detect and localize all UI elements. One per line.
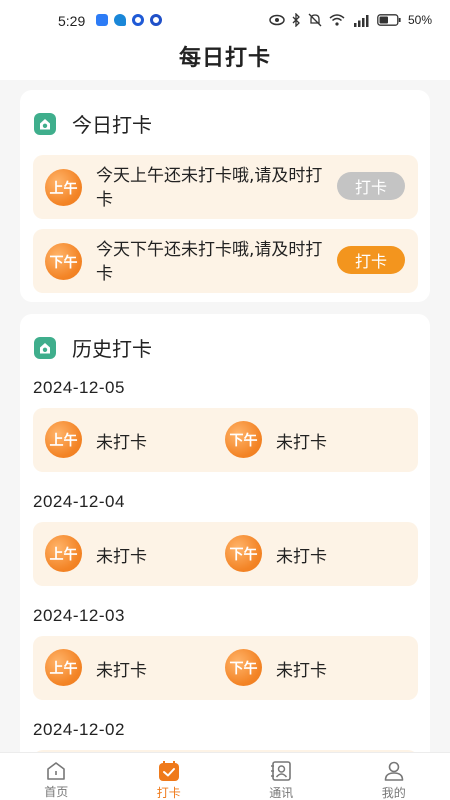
history-date: 2024-12-04 [33,492,125,511]
afternoon-badge: 下午 [45,243,82,280]
tab-label: 我的 [381,786,406,800]
afternoon-badge: 下午 [225,421,262,458]
history-date: 2024-12-05 [33,378,125,397]
tab-contacts[interactable]: 通讯 [225,753,338,800]
morning-message: 今天上午还未打卡哦,请及时打卡 [96,166,323,210]
history-checkin-card: 历史打卡 2024-12-05 上午 未打卡 下午 未打卡 2024-12-04… [20,314,430,764]
afternoon-status: 未打卡 [276,547,327,567]
morning-badge: 上午 [45,169,82,206]
notification-circle-icon [150,14,162,26]
eye-icon [269,14,285,26]
morning-status: 未打卡 [96,433,147,453]
battery-icon [377,14,401,26]
afternoon-checkin-row: 下午 今天下午还未打卡哦,请及时打卡 打卡 [33,229,418,293]
tab-profile[interactable]: 我的 [338,753,450,800]
afternoon-status: 未打卡 [276,661,327,681]
page-header: 每日打卡 [0,40,450,80]
morning-badge: 上午 [45,535,82,572]
morning-status: 未打卡 [96,661,147,681]
notification-app-icon [96,14,108,26]
history-day-row: 上午 未打卡 下午 未打卡 [33,636,418,700]
home-clock-icon [34,112,56,135]
profile-icon [382,760,406,782]
afternoon-status: 未打卡 [276,433,327,453]
history-day-row: 上午 未打卡 下午 未打卡 [33,522,418,586]
home-icon [44,760,68,781]
afternoon-badge: 下午 [225,649,262,686]
contacts-icon [269,760,293,782]
page-title: 每日打卡 [178,46,271,71]
today-checkin-card: 今日打卡 上午 今天上午还未打卡哦,请及时打卡 打卡 下午 今天下午还未打卡哦,… [20,90,430,302]
today-section-title: 今日打卡 [72,113,152,137]
tab-label: 首页 [44,785,69,799]
home-clock-icon [34,336,56,359]
afternoon-checkin-button[interactable]: 打卡 [337,246,405,274]
history-day-row: 上午 未打卡 下午 未打卡 [33,408,418,472]
bluetooth-icon [292,13,300,27]
system-icons: 50% [269,13,432,27]
morning-badge: 上午 [45,649,82,686]
calendar-check-icon [157,760,181,782]
signal-icon [353,14,369,27]
morning-checkin-button[interactable]: 打卡 [337,172,405,200]
history-section-title: 历史打卡 [72,337,152,361]
tab-label: 打卡 [156,786,181,800]
tab-home[interactable]: 首页 [0,753,113,800]
mute-icon [308,13,322,27]
notification-icons [96,14,162,26]
afternoon-message: 今天下午还未打卡哦,请及时打卡 [96,240,323,284]
status-bar: 5:29 50% [0,0,450,40]
history-date: 2024-12-02 [33,720,125,739]
notification-bird-icon [114,14,126,26]
afternoon-badge: 下午 [225,535,262,572]
tab-checkin[interactable]: 打卡 [113,753,226,800]
battery-percent: 50% [407,13,432,27]
today-section-header: 今日打卡 [34,109,152,138]
wifi-icon [329,14,345,26]
tab-label: 通讯 [269,786,294,800]
morning-checkin-row: 上午 今天上午还未打卡哦,请及时打卡 打卡 [33,155,418,219]
history-date: 2024-12-03 [33,606,125,625]
history-section-header: 历史打卡 [34,333,152,362]
morning-status: 未打卡 [96,547,147,567]
bottom-tab-bar: 首页 打卡 通讯 我的 [0,752,450,800]
morning-badge: 上午 [45,421,82,458]
status-time: 5:29 [58,13,86,29]
notification-circle-icon [132,14,144,26]
